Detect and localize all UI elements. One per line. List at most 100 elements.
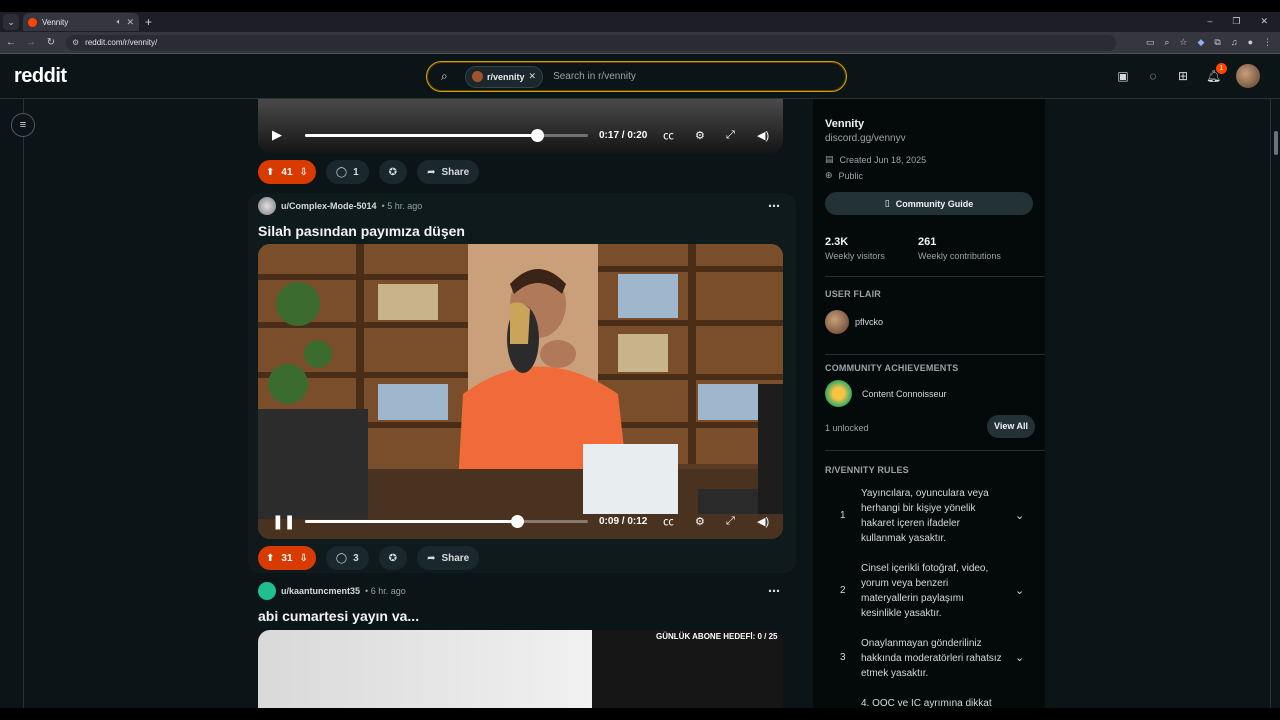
reload-icon[interactable]: ↻: [42, 37, 60, 48]
seek-bar[interactable]: [305, 128, 588, 142]
new-tab-icon[interactable]: +: [145, 15, 152, 29]
advertise-icon[interactable]: ▣: [1116, 69, 1130, 83]
comments-button[interactable]: ◯ 3: [325, 546, 369, 570]
chevron-down-icon[interactable]: ⌄: [1015, 584, 1024, 597]
seek-handle[interactable]: [511, 514, 525, 528]
upvote-icon[interactable]: ⬆: [266, 167, 274, 178]
speaker-icon[interactable]: 🔈︎: [117, 17, 122, 27]
comments-button[interactable]: ◯ 1: [325, 160, 369, 184]
profile-icon[interactable]: ●: [1248, 37, 1253, 48]
zoom-icon[interactable]: ⌕: [1164, 37, 1169, 48]
post-title[interactable]: abi cumartesi yayın va...: [258, 608, 419, 624]
search-input[interactable]: Search in r/vennity: [553, 71, 636, 82]
vote-count: 41: [281, 166, 293, 178]
downvote-icon[interactable]: ⇩: [300, 167, 308, 178]
user-avatar[interactable]: [1236, 64, 1260, 88]
site-info-icon[interactable]: ⚙︎: [72, 38, 79, 47]
forward-icon[interactable]: →: [22, 37, 40, 48]
play-icon[interactable]: ▶: [272, 127, 282, 143]
video-frame: [258, 244, 783, 539]
right-divider: [1270, 99, 1271, 708]
post-card[interactable]: u/kaantuncment35 • 6 hr. ago ⋯ abi cumar…: [248, 579, 796, 708]
tab-search-icon[interactable]: ⌄: [3, 14, 19, 30]
more-options-icon[interactable]: ⋯: [768, 199, 780, 213]
extensions-puzzle-icon[interactable]: ⧉: [1214, 37, 1220, 48]
video-time: 0:09 / 0:12: [599, 515, 648, 527]
community-link[interactable]: discord.gg/vennyv: [825, 133, 906, 144]
video-player[interactable]: GÜNLÜK ABONE HEDEFİ: 0 / 25: [258, 630, 783, 708]
create-post-icon[interactable]: ⊞: [1176, 69, 1190, 83]
award-button[interactable]: ✪: [378, 546, 408, 570]
tab-close-icon[interactable]: ✕: [126, 17, 134, 28]
post-card[interactable]: u/Complex-Mode-5014 • 5 hr. ago ⋯ Silah …: [248, 193, 796, 573]
post-title[interactable]: Silah pasından payımıza düşen: [258, 223, 465, 239]
notifications-icon[interactable]: 🔔︎ 1: [1206, 63, 1227, 83]
page-body: ≡ ▶ 0:17 / 0:20 ㏄ ⚙︎ ⤢ ◀︎) ⬆ 41 ⇩ ◯ 1 ✪: [0, 99, 1280, 708]
stat-value: 261: [918, 236, 937, 248]
pause-icon[interactable]: ❚❚: [272, 513, 295, 530]
fullscreen-icon[interactable]: ⤢: [726, 515, 735, 528]
fullscreen-icon[interactable]: ⤢: [726, 129, 735, 142]
reddit-logo[interactable]: reddit: [14, 65, 67, 88]
view-all-button[interactable]: View All: [987, 415, 1036, 438]
captions-icon[interactable]: ㏄: [663, 127, 674, 143]
back-icon[interactable]: ←: [2, 37, 20, 48]
achievement-item[interactable]: Content Connoisseur: [825, 380, 947, 407]
downvote-icon[interactable]: ⇩: [300, 553, 308, 564]
volume-icon[interactable]: ◀︎): [757, 129, 769, 142]
minimize-icon[interactable]: –: [1207, 16, 1212, 27]
chevron-down-icon[interactable]: ⌄: [1015, 509, 1024, 522]
notification-badge: 1: [1216, 63, 1227, 74]
sidebar-toggle-icon[interactable]: ≡: [11, 113, 35, 137]
share-icon: ➦: [427, 552, 436, 564]
visibility-text: Public: [838, 170, 864, 181]
rule-item[interactable]: 1 Yayıncılara, oyunculara veya herhangi …: [825, 486, 1033, 548]
rule-item[interactable]: 4. OOC ve IC ayrımına dikkat: [825, 696, 1033, 708]
community-guide-button[interactable]: ▯ Community Guide: [825, 192, 1033, 215]
flair-avatar: [825, 310, 849, 334]
extension-icons: ▭ ⌕ ☆ ◆ ⧉ ♫ ● ⋮: [1146, 37, 1272, 48]
upvote-icon[interactable]: ⬆: [266, 553, 274, 564]
cast-icon[interactable]: ▭: [1146, 37, 1155, 48]
user-flair[interactable]: pflvcko: [825, 310, 883, 334]
rule-item[interactable]: 2 Cinsel içerikli fotoğraf, video, yorum…: [825, 561, 1033, 623]
scrollbar-thumb[interactable]: [1274, 131, 1278, 155]
comment-icon: ◯: [335, 166, 348, 178]
chip-remove-icon[interactable]: ✕: [529, 71, 537, 82]
guide-book-icon: ▯: [884, 198, 890, 208]
author-link[interactable]: u/Complex-Mode-5014: [281, 201, 377, 211]
rule-number: 3: [840, 652, 846, 663]
settings-gear-icon[interactable]: ⚙︎: [695, 129, 705, 142]
window-close-icon[interactable]: ✕: [1260, 16, 1268, 27]
captions-icon[interactable]: ㏄: [663, 513, 674, 529]
rule-text: 4. OOC ve IC ayrımına dikkat: [861, 698, 992, 708]
rule-text: Cinsel içerikli fotoğraf, video, yorum v…: [861, 563, 989, 619]
chat-icon[interactable]: ◌: [1146, 69, 1160, 83]
seek-bar[interactable]: [305, 514, 588, 528]
browser-menu-icon[interactable]: ⋮: [1263, 37, 1272, 48]
search-subreddit-chip[interactable]: r/vennity ✕: [465, 65, 544, 88]
video-player[interactable]: ❚❚ 0:09 / 0:12 ㏄ ⚙︎ ⤢ ◀︎): [258, 244, 783, 539]
left-rail-divider: [23, 99, 24, 708]
media-control-icon[interactable]: ♫: [1231, 37, 1238, 48]
bookmark-star-icon[interactable]: ☆: [1179, 37, 1187, 48]
restore-icon[interactable]: ❐: [1232, 16, 1240, 27]
browser-tab[interactable]: Vennity 🔈︎ ✕: [23, 13, 139, 31]
author-link[interactable]: u/kaantuncment35: [281, 586, 360, 596]
volume-icon[interactable]: ◀︎): [757, 515, 769, 528]
award-button[interactable]: ✪: [378, 160, 408, 184]
author-avatar[interactable]: [258, 197, 276, 215]
url-field[interactable]: ⚙︎ reddit.com/r/vennity/: [66, 34, 1116, 51]
settings-gear-icon[interactable]: ⚙︎: [695, 515, 705, 528]
share-button[interactable]: ➦ Share: [417, 160, 480, 184]
chevron-down-icon[interactable]: ⌄: [1015, 651, 1024, 664]
seek-handle[interactable]: [531, 128, 545, 142]
author-avatar[interactable]: [258, 582, 276, 600]
share-button[interactable]: ➦ Share: [417, 546, 480, 570]
letterbox-bottom: [0, 708, 1280, 720]
more-options-icon[interactable]: ⋯: [768, 584, 780, 598]
video-player[interactable]: ▶ 0:17 / 0:20 ㏄ ⚙︎ ⤢ ◀︎): [258, 99, 783, 153]
search-bar[interactable]: ⌕ r/vennity ✕ Search in r/vennity: [426, 61, 847, 92]
rule-item[interactable]: 3 Onaylanmayan gönderiliniz hakkında mod…: [825, 636, 1033, 684]
extension-icon[interactable]: ◆: [1197, 37, 1204, 48]
